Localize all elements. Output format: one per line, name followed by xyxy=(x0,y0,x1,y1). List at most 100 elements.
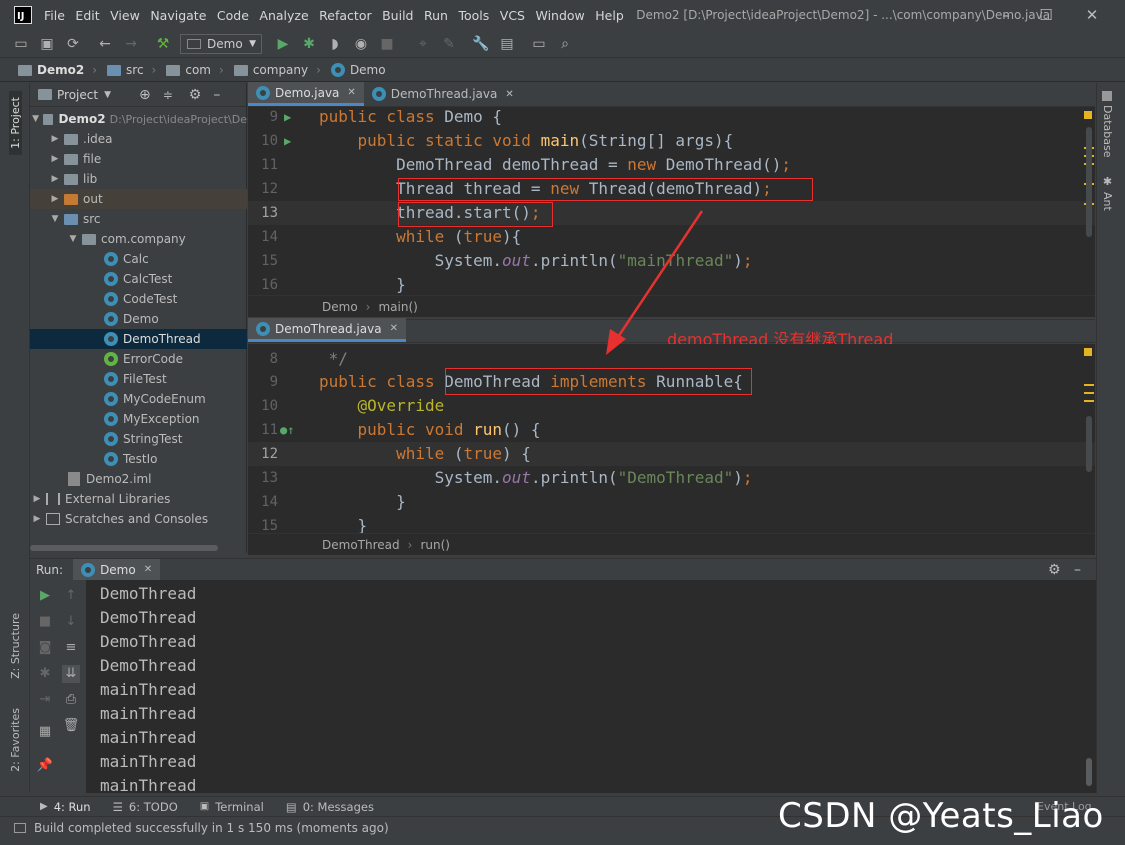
menu-window[interactable]: Window xyxy=(535,8,584,23)
vcs-update-icon[interactable]: ⌖ xyxy=(414,35,432,53)
trash-icon[interactable]: 🗑 xyxy=(62,717,80,735)
expand-arrow-icon[interactable]: ▶ xyxy=(50,134,60,144)
tree-item-idea[interactable]: ▶ .idea xyxy=(30,129,247,149)
close-tab-icon[interactable]: ✕ xyxy=(390,323,398,334)
tree-item-out[interactable]: ▶ out xyxy=(30,189,247,209)
close-tab-icon[interactable]: ✕ xyxy=(347,87,355,98)
run-config-select[interactable]: Demo ▼ xyxy=(180,33,262,54)
tab-favorites[interactable]: 2: Favorites xyxy=(9,708,22,772)
crumb-class[interactable]: Demo xyxy=(322,300,358,314)
tree-item-iml[interactable]: Demo2.iml xyxy=(30,469,247,489)
menu-file[interactable]: File xyxy=(44,8,65,23)
tab-structure[interactable]: Z: Structure xyxy=(9,613,22,679)
tree-scratches[interactable]: ▶ Scratches and Consoles xyxy=(30,509,247,529)
gear-icon[interactable]: ⚙ xyxy=(189,87,202,103)
tab-todo[interactable]: ☰ 6: TODO xyxy=(113,800,178,814)
breadcrumb-demo2[interactable]: Demo2 › xyxy=(18,63,97,77)
vertical-scrollbar[interactable] xyxy=(1086,416,1092,472)
tree-class-myexception[interactable]: MyException xyxy=(30,409,247,429)
close-tab-icon[interactable]: ✕ xyxy=(144,564,152,575)
coverage-icon[interactable]: ◗ xyxy=(326,35,344,53)
open-folder-icon[interactable]: ▭ xyxy=(12,35,30,53)
run-icon[interactable]: ▶ xyxy=(274,35,292,53)
expand-arrow-icon[interactable]: ▶ xyxy=(50,154,60,164)
tree-item-src[interactable]: ▼ src xyxy=(30,209,247,229)
breadcrumb-com[interactable]: com › xyxy=(166,63,224,77)
menu-refactor[interactable]: Refactor xyxy=(319,8,371,23)
tree-item-lib[interactable]: ▶ lib xyxy=(30,169,247,189)
tree-class-calc[interactable]: Calc xyxy=(30,249,247,269)
crumb-class[interactable]: DemoThread xyxy=(322,538,400,552)
expand-arrow-icon[interactable]: ▶ xyxy=(50,194,60,204)
expand-arrow-icon[interactable]: ▶ xyxy=(50,174,60,184)
tree-class-calctest[interactable]: CalcTest xyxy=(30,269,247,289)
debug-icon[interactable]: ✱ xyxy=(300,35,318,53)
print-icon[interactable]: ⎙ xyxy=(62,691,80,709)
run-gutter-icon[interactable]: ▶ xyxy=(284,107,291,129)
vcs-commit-icon[interactable]: ✎ xyxy=(440,35,458,53)
breadcrumb-company[interactable]: company › xyxy=(233,63,321,77)
stop-icon[interactable]: ■ xyxy=(378,35,396,53)
menu-tools[interactable]: Tools xyxy=(458,8,489,23)
breadcrumb-demo[interactable]: Demo xyxy=(330,63,386,77)
expand-arrow-icon[interactable]: ▼ xyxy=(32,114,39,124)
error-stripe-mark[interactable] xyxy=(1084,400,1094,402)
tree-class-filetest[interactable]: FileTest xyxy=(30,369,247,389)
error-stripe-mark[interactable] xyxy=(1084,384,1094,386)
tab-ant[interactable]: ✱Ant xyxy=(1101,175,1114,211)
layout-icon[interactable]: ▦ xyxy=(36,723,54,741)
menu-view[interactable]: View xyxy=(110,8,140,23)
implements-gutter-icon[interactable]: ●↑ xyxy=(280,418,294,442)
menu-build[interactable]: Build xyxy=(382,8,413,23)
save-icon[interactable]: ▣ xyxy=(38,35,56,53)
expand-arrow-icon[interactable]: ▼ xyxy=(68,234,78,244)
hide-icon[interactable]: – xyxy=(213,87,220,103)
menu-edit[interactable]: Edit xyxy=(75,8,99,23)
tree-class-demo[interactable]: Demo xyxy=(30,309,247,329)
tab-run[interactable]: ▶ 4: Run xyxy=(40,800,91,814)
tab-project[interactable]: 1: Project xyxy=(9,91,22,155)
horizontal-scrollbar[interactable] xyxy=(30,545,218,551)
tree-class-testio[interactable]: TestIo xyxy=(30,449,247,469)
tab-terminal[interactable]: ▣ Terminal xyxy=(200,800,264,814)
close-tab-icon[interactable]: ✕ xyxy=(505,89,513,100)
breadcrumb-src[interactable]: src › xyxy=(107,63,156,77)
expand-arrow-icon[interactable]: ▶ xyxy=(32,494,42,504)
project-structure-icon[interactable]: ▤ xyxy=(498,35,516,53)
vertical-scrollbar[interactable] xyxy=(1086,758,1092,786)
tab-messages[interactable]: ▤ 0: Messages xyxy=(286,800,374,814)
tree-class-stringtest[interactable]: StringTest xyxy=(30,429,247,449)
back-icon[interactable]: ← xyxy=(96,35,114,53)
forward-icon[interactable]: → xyxy=(122,35,140,53)
build-hammer-icon[interactable]: ⚒ xyxy=(154,35,172,53)
maximize-icon[interactable]: ☐ xyxy=(1036,5,1056,25)
crumb-method[interactable]: main() xyxy=(378,300,417,314)
stop-icon[interactable]: ■ xyxy=(36,613,54,631)
menu-code[interactable]: Code xyxy=(217,8,249,23)
close-icon[interactable]: ✕ xyxy=(1082,5,1102,25)
vertical-scrollbar[interactable] xyxy=(1086,127,1092,237)
scroll-down-icon[interactable]: ↓ xyxy=(62,613,80,631)
tree-root-demo2[interactable]: ▼ Demo2 D:\Project\ideaProject\De xyxy=(30,109,247,129)
tree-item-com-company[interactable]: ▼ com.company xyxy=(30,229,247,249)
profile-icon[interactable]: ◉ xyxy=(352,35,370,53)
crumb-method[interactable]: run() xyxy=(420,538,450,552)
status-toggle-icon[interactable] xyxy=(14,822,26,833)
scroll-to-end-icon[interactable]: ⇊ xyxy=(62,665,80,683)
hide-icon[interactable]: – xyxy=(1074,562,1081,578)
pin-icon[interactable]: 📌 xyxy=(36,757,54,775)
tree-class-demothread[interactable]: DemoThread xyxy=(30,329,247,349)
sync-icon[interactable]: ⟳ xyxy=(64,35,82,53)
gear-icon[interactable]: ⚙ xyxy=(1048,562,1061,578)
search-icon[interactable]: ⌕ xyxy=(556,35,574,53)
run-gutter-icon[interactable]: ▶ xyxy=(284,129,291,153)
tree-item-file[interactable]: ▶ file xyxy=(30,149,247,169)
inspection-status-icon[interactable] xyxy=(1084,111,1092,119)
error-stripe-mark[interactable] xyxy=(1084,392,1094,394)
collapse-all-icon[interactable]: ≑ xyxy=(163,88,173,102)
tree-external-libraries[interactable]: ▶ External Libraries xyxy=(30,489,247,509)
menu-navigate[interactable]: Navigate xyxy=(150,8,206,23)
editor-demothread-java[interactable]: 8 */ 9 public class DemoThread implements… xyxy=(248,344,1095,534)
minimize-icon[interactable]: – xyxy=(996,5,1016,25)
scroll-up-icon[interactable]: ↑ xyxy=(62,587,80,605)
